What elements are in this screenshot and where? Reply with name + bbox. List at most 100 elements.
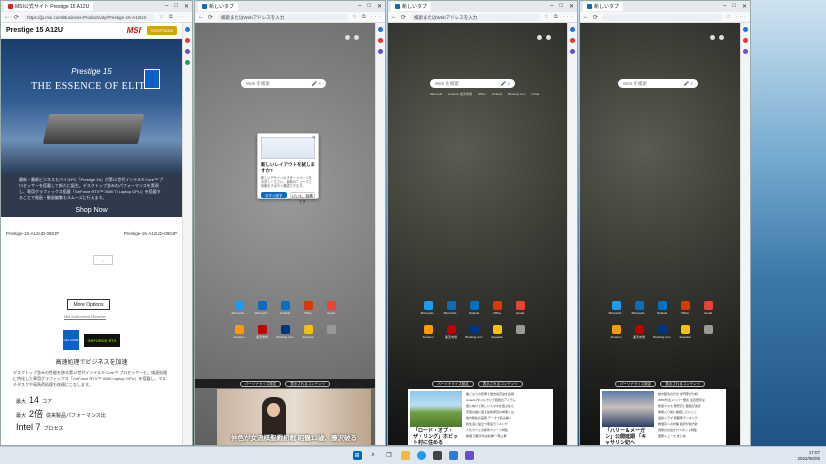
search-icon[interactable] bbox=[743, 27, 748, 32]
back-icon[interactable]: ← bbox=[583, 14, 589, 20]
close-icon[interactable]: ✕ bbox=[742, 3, 747, 10]
tab-new[interactable]: 新しいタブ bbox=[198, 2, 239, 11]
minimize-icon[interactable]: – bbox=[358, 3, 361, 10]
tools-icon[interactable] bbox=[570, 49, 575, 54]
back-icon[interactable]: ← bbox=[4, 14, 10, 20]
search-icon[interactable]: ⌕ bbox=[369, 451, 378, 460]
tab-new[interactable]: 新しいタブ bbox=[583, 2, 624, 11]
model-right[interactable]: Prestige-15-A12UD-090JP bbox=[124, 231, 177, 301]
quick-link-tile[interactable]: Microsoft... bbox=[418, 301, 438, 321]
url-input[interactable]: 検索またはWebアドレスを入力 bbox=[217, 13, 349, 21]
quick-link-tile[interactable]: Outlook bbox=[652, 301, 672, 321]
toolbar-icons[interactable]: ☆ ··· bbox=[726, 14, 747, 20]
refresh-icon[interactable]: ⟳ bbox=[208, 14, 213, 21]
refresh-icon[interactable]: ⟳ bbox=[593, 14, 598, 21]
quick-link-tile[interactable]: Office bbox=[298, 301, 318, 321]
content-visible-pill[interactable]: 表示されるコンテンツ bbox=[285, 380, 331, 387]
mic-search-icon[interactable]: 🎤 ⌕ bbox=[501, 79, 510, 88]
minimize-icon[interactable]: – bbox=[550, 3, 553, 10]
quick-link-tile[interactable]: Microsoft... bbox=[441, 301, 461, 321]
tools-icon[interactable] bbox=[743, 49, 748, 54]
search-input[interactable]: Web を検索 🎤 ⌕ bbox=[430, 79, 515, 88]
quick-link-tile[interactable]: Amazon bbox=[418, 325, 438, 345]
mic-search-icon[interactable]: 🎤 ⌕ bbox=[312, 79, 321, 88]
shortcut-link[interactable]: Amazon 楽天市場 bbox=[448, 91, 472, 97]
close-icon[interactable]: ✕ bbox=[184, 3, 189, 10]
close-icon[interactable]: ✕ bbox=[312, 135, 316, 141]
close-icon[interactable]: ✕ bbox=[569, 3, 574, 10]
games-icon[interactable] bbox=[185, 60, 190, 65]
content-visible-pill[interactable]: 表示されるコンテンツ bbox=[477, 380, 523, 387]
shopping-icon[interactable] bbox=[378, 38, 383, 43]
shop-now-link[interactable]: Shop Now bbox=[1, 207, 182, 217]
url-input[interactable] bbox=[602, 13, 723, 21]
quick-link-tile[interactable]: Expedia bbox=[298, 325, 318, 345]
quick-link-tile[interactable]: 楽天市場 bbox=[441, 325, 461, 345]
task-view-icon[interactable]: ❐ bbox=[385, 451, 394, 460]
shopping-icon[interactable] bbox=[743, 38, 748, 43]
search-icon[interactable] bbox=[185, 27, 190, 32]
refresh-icon[interactable]: ⟳ bbox=[401, 14, 406, 21]
news-list-item[interactable]: 国際ニュース まとめ bbox=[658, 433, 728, 439]
more-options-button[interactable]: More Options bbox=[67, 299, 110, 310]
quick-link-tile[interactable]: 楽天市場 bbox=[252, 325, 272, 345]
minimize-icon[interactable]: – bbox=[723, 3, 726, 10]
rewards-icon[interactable] bbox=[354, 35, 359, 40]
quick-link-tile[interactable]: Microsoft... bbox=[229, 301, 249, 321]
content-visible-pill[interactable]: 表示されるコンテンツ bbox=[660, 380, 706, 387]
settings-icon[interactable] bbox=[710, 35, 715, 40]
shopping-icon[interactable] bbox=[185, 38, 190, 43]
search-icon[interactable] bbox=[570, 27, 575, 32]
shortcut-link[interactable]: Microsoft bbox=[430, 91, 442, 97]
toolbar-icons[interactable]: ☆ ⧉ ··· bbox=[159, 14, 189, 20]
shop-now-button[interactable]: SHOP NOW bbox=[146, 26, 177, 35]
personalize-pill[interactable]: パーソナライズ設定 bbox=[239, 380, 282, 387]
quick-link-tile[interactable]: Expedia bbox=[675, 325, 695, 345]
quick-link-tile[interactable]: Office bbox=[675, 301, 695, 321]
quick-link-tile[interactable] bbox=[698, 325, 718, 345]
try-now-button[interactable]: 今すぐ試す bbox=[261, 191, 287, 198]
news-list-item[interactable]: 株価 日経平均は続伸 一時上昇 bbox=[466, 433, 548, 439]
back-icon[interactable]: ← bbox=[198, 14, 204, 20]
mail-icon[interactable] bbox=[448, 451, 458, 460]
refresh-icon[interactable]: ⟳ bbox=[14, 14, 19, 21]
quick-link-tile[interactable]: Booking.com bbox=[464, 325, 484, 345]
personalize-pill[interactable]: パーソナライズ設定 bbox=[614, 380, 657, 387]
quick-link-tile[interactable]: Outlook bbox=[464, 301, 484, 321]
close-icon[interactable]: ✕ bbox=[377, 3, 382, 10]
settings-icon[interactable] bbox=[345, 35, 350, 40]
search-input[interactable]: Web を検索 🎤 ⌕ bbox=[618, 79, 698, 88]
maximize-icon[interactable]: □ bbox=[559, 3, 563, 10]
app-icon[interactable] bbox=[464, 451, 474, 460]
start-icon[interactable]: ⊞ bbox=[352, 451, 362, 460]
url-input[interactable]: 検索またはWebアドレスを入力 bbox=[410, 13, 541, 21]
back-icon[interactable]: ← bbox=[391, 14, 397, 20]
model-left[interactable]: Prestige-15-A12UD-080JP bbox=[6, 231, 59, 301]
tab-new[interactable]: 新しいタブ bbox=[391, 2, 432, 11]
shortcut-link[interactable]: Booking.com bbox=[508, 91, 525, 97]
quick-link-tile[interactable]: Booking.com bbox=[652, 325, 672, 345]
msi-logo[interactable]: MSI bbox=[127, 26, 141, 35]
shortcut-link[interactable]: Gmail bbox=[531, 91, 539, 97]
store-icon[interactable] bbox=[432, 451, 442, 460]
maximize-icon[interactable]: □ bbox=[174, 3, 178, 10]
personalize-pill[interactable]: パーソナライズ設定 bbox=[432, 380, 474, 387]
search-icon[interactable] bbox=[378, 27, 383, 32]
quick-link-tile[interactable]: Booking.com bbox=[275, 325, 295, 345]
settings-icon[interactable] bbox=[537, 35, 542, 40]
shortcut-link[interactable]: Outlook bbox=[492, 91, 502, 97]
toolbar-icons[interactable]: ☆ ⧉ ··· bbox=[544, 14, 574, 20]
quick-link-tile[interactable]: Microsoft... bbox=[606, 301, 626, 321]
file-explorer-icon[interactable] bbox=[400, 451, 410, 460]
mic-search-icon[interactable]: 🎤 ⌕ bbox=[684, 79, 693, 88]
rewards-icon[interactable] bbox=[546, 35, 551, 40]
rewards-icon[interactable] bbox=[719, 35, 724, 40]
quick-link-tile[interactable]: Amazon bbox=[606, 325, 626, 345]
quick-link-tile[interactable]: 楽天市場 bbox=[629, 325, 649, 345]
shortcut-link[interactable]: Office bbox=[478, 91, 486, 97]
quick-link-tile[interactable]: Gmail bbox=[698, 301, 718, 321]
quick-link-tile[interactable]: Amazon bbox=[229, 325, 249, 345]
product-thumbnail[interactable]: ▭ bbox=[93, 255, 113, 265]
maximize-icon[interactable]: □ bbox=[732, 3, 736, 10]
shopping-icon[interactable] bbox=[570, 38, 575, 43]
